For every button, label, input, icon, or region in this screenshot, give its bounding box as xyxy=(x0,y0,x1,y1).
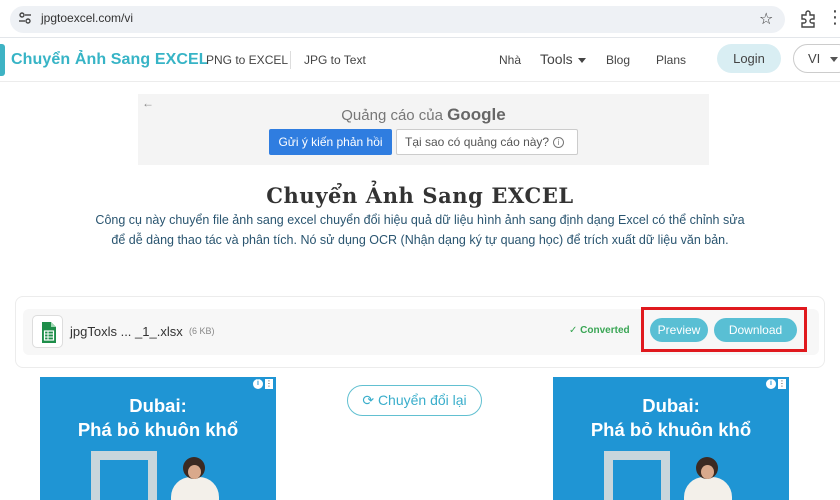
login-button[interactable]: Login xyxy=(717,44,781,73)
bookmark-star-icon[interactable]: ☆ xyxy=(759,9,773,29)
nav-link-home[interactable]: Nhà xyxy=(499,53,521,67)
spreadsheet-file-icon xyxy=(32,315,63,348)
nav-link-png-to-excel[interactable]: PNG to EXCEL xyxy=(206,53,288,67)
logo-mark xyxy=(0,44,5,76)
page-title: Chuyển Ảnh Sang EXCEL xyxy=(266,183,574,208)
chevron-down-icon xyxy=(830,57,839,63)
ad-person-face xyxy=(701,465,714,479)
ad-choices-badge[interactable]: i ⋮ xyxy=(766,379,786,389)
nav-tools-dropdown[interactable]: Tools xyxy=(540,51,586,67)
ad-headline-line1: Dubai: xyxy=(642,395,700,416)
ad-headline-line1: Dubai: xyxy=(129,395,187,416)
nav-link-jpg-to-text[interactable]: JPG to Text xyxy=(304,53,366,67)
send-feedback-button[interactable]: Gửi ý kiến phản hồi xyxy=(269,129,392,155)
nav-divider xyxy=(290,51,291,69)
checkmark-icon: ✓ xyxy=(569,325,581,336)
nav-link-plans[interactable]: Plans xyxy=(656,53,686,67)
extensions-icon[interactable] xyxy=(798,9,818,29)
language-value: VI xyxy=(808,51,821,66)
adchoices-info-icon: i xyxy=(766,379,776,389)
side-ad-right[interactable]: i ⋮ Dubai: Phá bỏ khuôn khổ xyxy=(553,377,789,500)
refresh-icon: ⟳ xyxy=(362,392,378,408)
dubai-frame-image xyxy=(91,451,157,500)
converted-status-label: Converted xyxy=(580,325,630,336)
file-size: (6 KB) xyxy=(189,326,215,336)
ad-headline: Dubai: Phá bỏ khuôn khổ xyxy=(553,394,789,442)
brand-logo-text[interactable]: Chuyển Ảnh Sang EXCEL xyxy=(11,51,209,69)
ad-headline-line2: Phá bỏ khuôn khổ xyxy=(590,419,752,440)
dubai-frame-image xyxy=(604,451,670,500)
page-description: Công cụ này chuyển file ảnh sang excel c… xyxy=(95,213,745,247)
ad-more-options-icon: ⋮ xyxy=(778,379,786,389)
why-this-ad-button[interactable]: Tại sao có quảng cáo này? i xyxy=(396,129,578,155)
chevron-down-icon xyxy=(577,57,586,63)
info-icon: i xyxy=(553,137,565,149)
ad-caption-prefix: Quảng cáo của xyxy=(341,107,448,124)
highlight-box xyxy=(641,307,807,352)
ad-caption: Quảng cáo của Google xyxy=(138,105,709,125)
ad-person-image xyxy=(684,477,732,500)
google-ad-banner: ← Quảng cáo của Google Gửi ý kiến phản h… xyxy=(138,94,709,165)
browser-address-bar: jpgtoexcel.com/vi ☆ ⋮ xyxy=(0,0,840,38)
side-ad-left[interactable]: i ⋮ Dubai: Phá bỏ khuôn khổ xyxy=(40,377,276,500)
language-selector[interactable]: VI xyxy=(793,44,840,73)
convert-again-label: Chuyển đổi lại xyxy=(377,392,467,408)
ad-more-options-icon: ⋮ xyxy=(265,379,273,389)
ad-headline: Dubai: Phá bỏ khuôn khổ xyxy=(40,394,276,442)
tools-label: Tools xyxy=(540,51,573,67)
ad-person-image xyxy=(171,477,219,500)
why-this-ad-label: Tại sao có quảng cáo này? xyxy=(405,135,550,149)
convert-again-button[interactable]: ⟳ Chuyển đổi lại xyxy=(347,385,482,416)
google-logo-text: Google xyxy=(447,105,506,124)
browser-menu-icon[interactable]: ⋮ xyxy=(826,7,840,28)
converted-status: ✓ Converted xyxy=(569,325,630,336)
file-name: jpgToxls ... _1_.xlsx xyxy=(70,324,183,339)
ad-choices-badge[interactable]: i ⋮ xyxy=(253,379,273,389)
ad-person-face xyxy=(188,465,201,479)
site-settings-icon[interactable] xyxy=(17,10,33,26)
url-text[interactable]: jpgtoexcel.com/vi xyxy=(41,11,133,25)
adchoices-info-icon: i xyxy=(253,379,263,389)
site-header: Chuyển Ảnh Sang EXCEL PNG to EXCEL JPG t… xyxy=(0,38,840,82)
ad-headline-line2: Phá bỏ khuôn khổ xyxy=(77,419,239,440)
nav-link-blog[interactable]: Blog xyxy=(606,53,630,67)
